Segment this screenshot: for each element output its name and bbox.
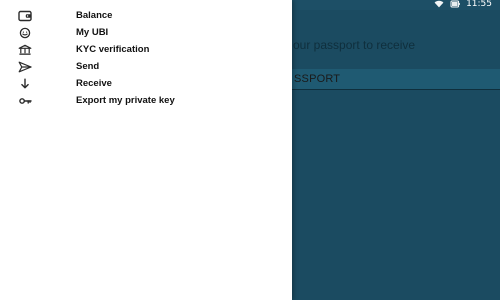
status-time: 11:55 — [466, 0, 492, 9]
drawer-item-label: KYC verification — [76, 44, 150, 55]
drawer-item-label: Send — [76, 61, 100, 72]
drawer-item-label: Export my private key — [76, 95, 175, 106]
drawer-item-export-private-key[interactable]: Export my private key — [0, 92, 292, 110]
arrow-down-icon — [16, 77, 34, 91]
background-button-label: SSPORT — [294, 73, 341, 85]
wallet-icon — [16, 9, 34, 23]
key-icon — [16, 94, 34, 108]
drawer-item-label: My UBI — [76, 27, 109, 38]
navigation-drawer: Balance My UBI KYC verification Send Rec… — [0, 0, 292, 300]
drawer-item-receive[interactable]: Receive — [0, 75, 292, 93]
drawer-item-kyc-verification[interactable]: KYC verification — [0, 41, 292, 59]
face-smile-icon — [16, 26, 34, 40]
drawer-item-label: Receive — [76, 78, 112, 89]
wifi-icon — [434, 0, 444, 8]
background-button[interactable]: SSPORT — [292, 69, 500, 90]
status-bar-right: 11:55 — [434, 0, 492, 9]
background-headline-fragment: our passport to receive — [293, 38, 416, 52]
send-icon — [16, 60, 34, 74]
battery-icon — [450, 0, 460, 8]
drawer-item-send[interactable]: Send — [0, 58, 292, 76]
drawer-item-label: Balance — [76, 10, 113, 21]
drawer-item-balance[interactable]: Balance — [0, 7, 292, 25]
bank-icon — [16, 43, 34, 57]
drawer-item-my-ubi[interactable]: My UBI — [0, 24, 292, 42]
